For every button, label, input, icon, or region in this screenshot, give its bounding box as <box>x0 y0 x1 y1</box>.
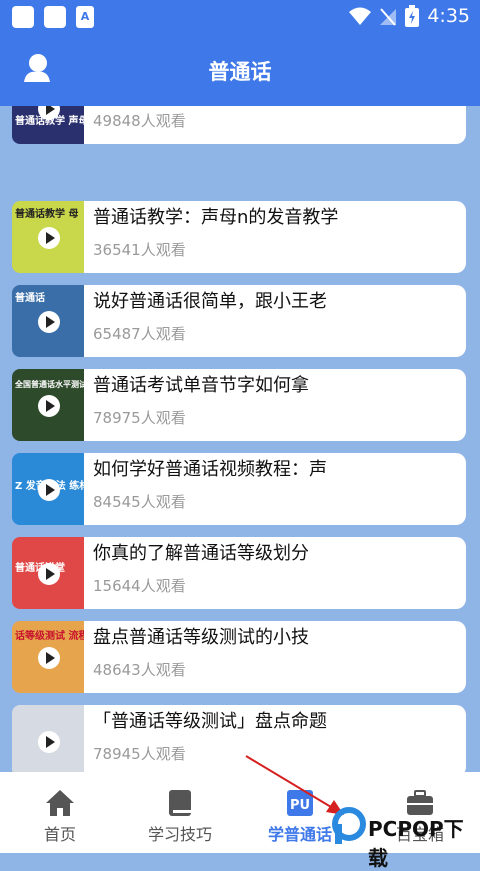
app-bar: 普通话 <box>0 34 480 106</box>
video-card[interactable]: 全国普通话水平测试 普通话考试单音节字如何拿 78975人观看 <box>12 369 466 441</box>
view-count: 78975人观看 <box>93 409 186 427</box>
thumbnail-caption: 普通话 <box>15 293 45 304</box>
no-signal-icon <box>380 8 397 26</box>
thumbnail-caption: 话等级测试 流程 <box>15 631 84 642</box>
play-icon <box>38 647 60 669</box>
view-count: 84545人观看 <box>93 493 186 511</box>
video-card[interactable]: 「普通话等级测试」盘点命题 78945人观看 <box>12 705 466 772</box>
tab-study-tips[interactable]: 学习技巧 <box>120 772 240 853</box>
notification-icon <box>12 6 34 28</box>
tab-home[interactable]: 首页 <box>0 772 120 853</box>
tab-label: 首页 <box>43 825 76 844</box>
video-list[interactable]: 普通话教学 声母 49848人观看 普通话教学 母 普通话教学：声母n的发音教学… <box>0 106 480 772</box>
watermark: PCPOP下载 <box>330 805 480 870</box>
video-title: 你真的了解普通话等级划分 <box>93 543 309 564</box>
video-title: 如何学好普通话视频教程：声 <box>93 459 327 480</box>
status-bar: A 4:35 <box>0 0 480 34</box>
video-card[interactable]: 普通话 说好普通话很简单，跟小王老 65487人观看 <box>12 285 466 357</box>
watermark-text: PCPOP下载 <box>368 817 464 870</box>
sim-card-icon <box>44 6 66 28</box>
clock: 4:35 <box>427 5 470 27</box>
page-title: 普通话 <box>208 60 272 84</box>
video-card[interactable]: Z 发音方法 练材料 如何学好普通话视频教程：声 84545人观看 <box>12 453 466 525</box>
video-title: 「普通话等级测试」盘点命题 <box>93 711 327 732</box>
video-title: 普通话考试单音节字如何拿 <box>93 375 309 396</box>
thumbnail-caption: 全国普通话水平测试 <box>15 380 84 389</box>
view-count: 48643人观看 <box>93 661 186 679</box>
video-title: 说好普通话很简单，跟小王老 <box>93 291 327 312</box>
video-card[interactable]: 普通话讲堂 你真的了解普通话等级划分 15644人观看 <box>12 537 466 609</box>
view-count: 65487人观看 <box>93 325 186 343</box>
home-icon <box>46 790 74 816</box>
play-icon <box>38 563 60 585</box>
book-icon <box>169 790 191 816</box>
play-icon <box>38 731 60 753</box>
video-card[interactable]: 普通话教学 母 普通话教学：声母n的发音教学 36541人观看 <box>12 201 466 273</box>
play-icon <box>38 311 60 333</box>
notification-icons: A <box>12 6 94 28</box>
pcpop-logo-icon <box>332 807 366 844</box>
video-thumbnail <box>12 705 84 772</box>
tab-label: 学习技巧 <box>147 825 212 844</box>
video-card[interactable]: 话等级测试 流程 盘点普通话等级测试的小技 48643人观看 <box>12 621 466 693</box>
battery-icon <box>405 5 420 27</box>
play-icon <box>38 395 60 417</box>
play-icon <box>38 479 60 501</box>
video-thumbnail: Z 发音方法 练材料 <box>12 453 84 525</box>
video-thumbnail: 全国普通话水平测试 <box>12 369 84 441</box>
video-title: 盘点普通话等级测试的小技 <box>93 627 309 648</box>
view-count: 15644人观看 <box>93 577 186 595</box>
video-thumbnail: 普通话讲堂 <box>12 537 84 609</box>
wifi-icon <box>349 7 372 25</box>
video-thumbnail: 话等级测试 流程 <box>12 621 84 693</box>
video-thumbnail: 普通话教学 声母 <box>12 106 84 144</box>
video-card[interactable]: 普通话教学 声母 49848人观看 <box>12 106 466 144</box>
view-count: 78945人观看 <box>93 745 186 763</box>
video-thumbnail: 普通话教学 母 <box>12 201 84 273</box>
video-title: 普通话教学：声母n的发音教学 <box>93 207 339 228</box>
play-icon <box>38 227 60 249</box>
app-notification-icon: A <box>76 6 94 28</box>
view-count: 49848人观看 <box>93 112 186 130</box>
thumbnail-caption: 普通话教学 母 <box>15 209 79 220</box>
view-count: 36541人观看 <box>93 241 186 259</box>
video-thumbnail: 普通话 <box>12 285 84 357</box>
